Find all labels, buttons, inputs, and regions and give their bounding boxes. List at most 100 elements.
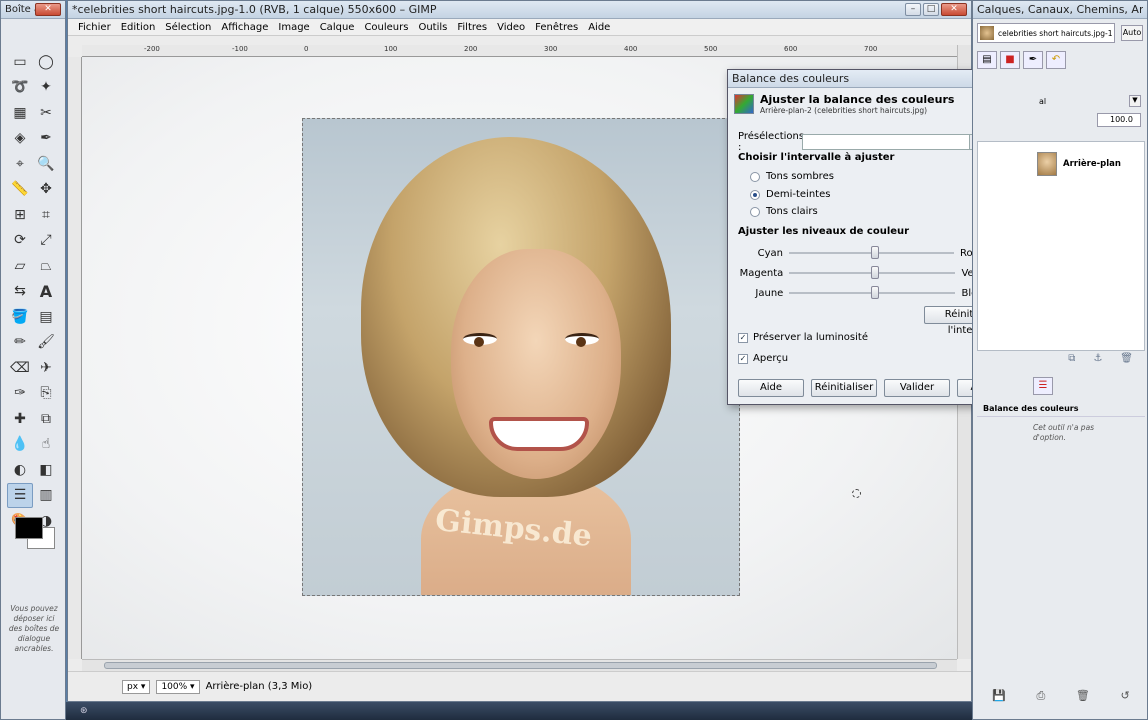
text-icon[interactable]: A xyxy=(33,279,59,305)
bucket-fill-icon[interactable]: 🪣 xyxy=(7,304,33,330)
dock-titlebar[interactable]: Calques, Canaux, Chemins, Annuler... xyxy=(973,1,1147,19)
heal-icon[interactable]: ✚ xyxy=(7,406,33,432)
duplicate-layer-icon[interactable]: ⧉ xyxy=(1068,353,1075,369)
radio-button[interactable] xyxy=(750,171,760,182)
paintbrush-icon[interactable]: 🖌 xyxy=(33,330,59,356)
measure-icon[interactable]: 📏 xyxy=(7,177,33,203)
crop-icon[interactable]: ⌗ xyxy=(33,202,59,228)
eraser-icon[interactable]: ⌫ xyxy=(7,355,33,381)
photo-layer[interactable]: Gimps.de xyxy=(302,118,740,596)
hue-saturation-icon[interactable]: ▥ xyxy=(33,483,59,509)
vertical-ruler[interactable] xyxy=(68,57,82,659)
tool-options-tab-icon[interactable]: ☰ xyxy=(1033,377,1053,395)
zoom-icon[interactable]: 🔍 xyxy=(33,151,59,177)
levels-icon[interactable]: ◧ xyxy=(33,457,59,483)
presets-combo[interactable]: ▼ xyxy=(802,134,984,150)
yellow-blue-slider[interactable] xyxy=(789,286,956,299)
slider-handle[interactable] xyxy=(871,246,879,259)
close-button[interactable]: ✕ xyxy=(941,3,967,16)
ok-button[interactable]: Valider xyxy=(884,379,950,397)
rotate-icon[interactable]: ⟳ xyxy=(7,228,33,254)
restore-options-icon[interactable]: ⎙ xyxy=(1037,689,1046,707)
ellipse-select-icon[interactable]: ◯ xyxy=(33,49,59,75)
dodge-icon[interactable]: ◐ xyxy=(7,457,33,483)
unit-select[interactable]: px ▾ xyxy=(122,679,151,694)
preserve-luminosity-row[interactable]: ✓ Préserver la luminosité xyxy=(738,332,868,343)
color-balance-icon[interactable]: ☰ xyxy=(7,482,33,508)
undo-tab-icon[interactable]: ↶ xyxy=(1046,51,1066,69)
airbrush-icon[interactable]: ✈ xyxy=(33,355,59,381)
radio-shadows[interactable]: Tons sombres xyxy=(738,171,834,182)
auto-button[interactable]: Auto xyxy=(1121,25,1143,41)
perspective-icon[interactable]: ⏢ xyxy=(33,253,59,279)
menu-aide[interactable]: Aide xyxy=(584,22,616,33)
menu-fichier[interactable]: Fichier xyxy=(74,22,117,33)
slider-handle[interactable] xyxy=(871,286,880,299)
start-icon[interactable]: ⊛ xyxy=(80,706,88,716)
delete-options-icon[interactable]: 🗑 xyxy=(1076,689,1090,707)
reset-button[interactable]: Réinitialiser xyxy=(811,379,877,397)
radio-button[interactable] xyxy=(750,206,760,217)
preview-checkbox[interactable]: ✓ xyxy=(738,353,748,364)
preserve-luminosity-checkbox[interactable]: ✓ xyxy=(738,332,748,343)
clone-icon[interactable]: ⎘ xyxy=(33,381,59,407)
maximize-button[interactable]: □ xyxy=(923,3,939,16)
menu-video[interactable]: Video xyxy=(493,22,531,33)
menu-calque[interactable]: Calque xyxy=(316,22,361,33)
move-icon[interactable]: ✥ xyxy=(33,177,59,203)
foreground-select-icon[interactable]: ◈ xyxy=(7,126,33,152)
ink-icon[interactable]: ✑ xyxy=(7,381,33,407)
shear-icon[interactable]: ▱ xyxy=(7,253,33,279)
opacity-spinbox[interactable]: 100.0 xyxy=(1097,113,1141,127)
perspective-clone-icon[interactable]: ⧉ xyxy=(33,406,59,432)
horizontal-scrollbar[interactable] xyxy=(82,659,957,671)
mode-dropdown-icon[interactable]: ▼ xyxy=(1129,95,1141,107)
delete-layer-icon[interactable]: 🗑 xyxy=(1120,353,1133,369)
smudge-icon[interactable]: ☝ xyxy=(33,432,59,458)
toolbox-titlebar[interactable]: Boîte à ✕ xyxy=(1,1,65,19)
toolbox-close-button[interactable]: ✕ xyxy=(35,3,61,16)
anchor-layer-icon[interactable]: ⚓ xyxy=(1093,353,1102,369)
color-picker-icon[interactable]: ⌖ xyxy=(7,151,33,177)
radio-highlights[interactable]: Tons clairs xyxy=(738,206,818,217)
image-titlebar[interactable]: *celebrities short haircuts.jpg-1.0 (RVB… xyxy=(68,1,971,19)
menu-image[interactable]: Image xyxy=(274,22,315,33)
channels-tab-icon[interactable]: ■ xyxy=(1000,51,1020,69)
reset-options-icon[interactable]: ↺ xyxy=(1120,689,1129,707)
layers-tab-icon[interactable]: ▤ xyxy=(977,51,997,69)
gradient-icon[interactable]: ▤ xyxy=(33,304,59,330)
menu-affichage[interactable]: Affichage xyxy=(217,22,274,33)
paths-tab-icon[interactable]: ✒ xyxy=(1023,51,1043,69)
zoom-select[interactable]: 100% ▾ xyxy=(156,679,200,694)
flip-icon[interactable]: ⇆ xyxy=(7,279,33,305)
preview-row[interactable]: ✓ Aperçu xyxy=(738,353,788,364)
foreground-color-swatch[interactable] xyxy=(15,517,43,539)
minimize-button[interactable]: – xyxy=(905,3,921,16)
paths-icon[interactable]: ✒ xyxy=(33,126,59,152)
horizontal-ruler[interactable]: -200 -100 0 100 200 300 400 500 600 700 xyxy=(82,45,957,57)
blur-icon[interactable]: 💧 xyxy=(7,432,33,458)
scale-icon[interactable]: ⤢ xyxy=(33,228,59,254)
image-select[interactable]: celebrities short haircuts.jpg-1 xyxy=(977,23,1115,43)
menu-outils[interactable]: Outils xyxy=(414,22,453,33)
menu-couleurs[interactable]: Couleurs xyxy=(360,22,414,33)
align-icon[interactable]: ⊞ xyxy=(7,202,33,228)
mode-value[interactable]: al xyxy=(1039,97,1046,106)
color-select-icon[interactable]: ▦ xyxy=(7,100,33,126)
menu-fenetres[interactable]: Fenêtres xyxy=(531,22,584,33)
radio-button[interactable] xyxy=(750,189,760,200)
magenta-green-slider[interactable] xyxy=(789,266,956,279)
save-options-icon[interactable]: 💾 xyxy=(992,689,1006,707)
rect-select-icon[interactable]: ▭ xyxy=(7,49,33,75)
menu-edition[interactable]: Edition xyxy=(117,22,162,33)
menu-selection[interactable]: Sélection xyxy=(161,22,217,33)
menu-filtres[interactable]: Filtres xyxy=(453,22,493,33)
slider-handle[interactable] xyxy=(871,266,880,279)
cyan-red-slider[interactable] xyxy=(789,246,954,259)
free-select-icon[interactable]: ➰ xyxy=(7,75,33,101)
fuzzy-select-icon[interactable]: ✦ xyxy=(33,75,59,101)
scissors-icon[interactable]: ✂ xyxy=(33,100,59,126)
pencil-icon[interactable]: ✏ xyxy=(7,330,33,356)
scrollbar-thumb[interactable] xyxy=(104,662,937,669)
layer-row[interactable]: Arrière-plan xyxy=(1037,151,1145,177)
